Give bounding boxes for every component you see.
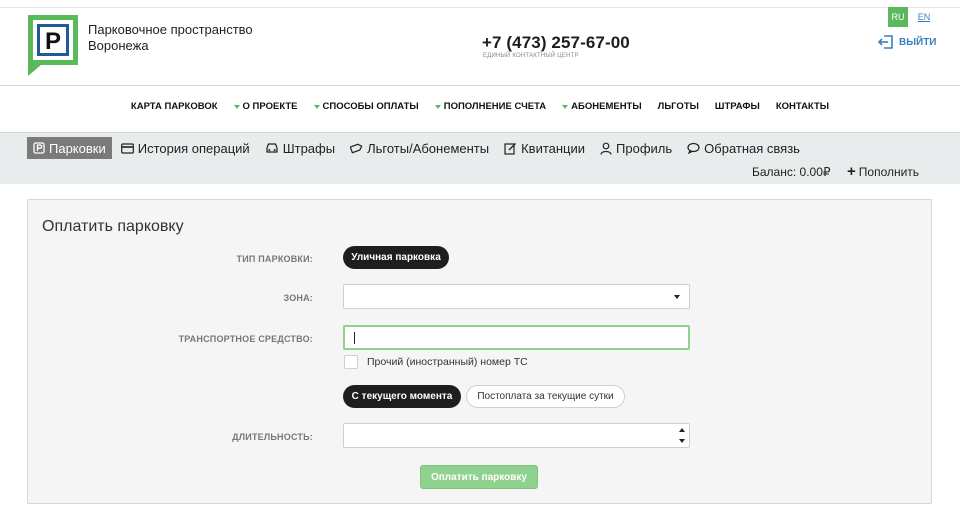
tab-label: Штрафы [282,140,336,156]
main-nav: КАРТА ПАРКОВОК О ПРОЕКТЕ СПОСОБЫ ОПЛАТЫ … [0,101,960,112]
text-cursor [354,332,355,344]
chat-icon [687,142,700,154]
nav-item-topup[interactable]: ПОПОЛНЕНИЕ СЧЕТА [434,101,547,112]
tab-label: Квитанции [521,140,586,156]
dropdown-triangle-icon [313,104,320,109]
dropdown-triangle-icon [562,104,569,109]
lang-ru-button[interactable]: RU [888,7,908,27]
parking-logo-icon[interactable]: P [27,14,79,76]
nav-item-map[interactable]: КАРТА ПАРКОВОК [131,101,218,112]
duration-input[interactable] [343,423,690,448]
spinner-up-icon[interactable] [679,428,685,432]
tab-label: Профиль [616,140,673,156]
language-switcher: RU EN [888,7,934,27]
parking-icon [33,142,45,154]
brand-name[interactable]: Парковочное пространство Воронежа [88,22,278,54]
nav-item-fines[interactable]: ШТРАФЫ [715,101,760,112]
vehicle-input[interactable] [343,325,690,350]
ticket-icon [350,142,363,154]
logout-label: ВЫЙТИ [899,36,937,48]
topup-button[interactable]: + Пополнить [847,163,920,180]
vehicle-label: ТРАНСПОРТНОЕ СРЕДСТВО: [178,334,313,344]
tab-fines[interactable]: Штрафы [259,137,341,159]
tab-label: Обратная связь [704,140,800,156]
foreign-plate-checkbox[interactable] [344,355,358,369]
mode-postpay-button[interactable]: Постоплата за текущие сутки [466,385,625,408]
nav-item-subscriptions[interactable]: АБОНЕМЕНТЫ [562,101,642,112]
topup-label: Пополнить [858,165,920,179]
panel-title: Оплатить парковку [42,218,184,235]
zone-select[interactable] [343,284,690,309]
parking-type-label: ТИП ПАРКОВКИ: [236,254,313,264]
dropdown-triangle-icon [434,104,441,109]
nav-item-label: О ПРОЕКТЕ [242,101,298,112]
car-icon [265,142,279,154]
top-divider [0,7,960,8]
tab-benefits[interactable]: Льготы/Абонементы [344,137,495,159]
tab-label: Парковки [49,140,106,156]
nav-item-contacts[interactable]: КОНТАКТЫ [776,101,829,112]
account-tabs: Парковки История операций Штрафы Льготы/… [27,137,809,159]
logout-button[interactable]: ВЫЙТИ [878,34,937,50]
foreign-plate-label[interactable]: Прочий (иностранный) номер ТС [367,356,528,368]
chevron-down-icon [674,295,680,299]
brand-line-2: Воронежа [88,38,149,53]
phone-caption: ЕДИНЫЙ КОНТАКТНЫЙ ЦЕНТР [483,53,579,59]
user-icon [600,142,612,155]
nav-item-payment-methods[interactable]: СПОСОБЫ ОПЛАТЫ [313,101,419,112]
tab-feedback[interactable]: Обратная связь [681,137,806,159]
parking-type-street-button[interactable]: Уличная парковка [343,246,449,269]
tab-parkings[interactable]: Парковки [27,137,112,159]
tab-label: История операций [137,140,250,156]
pay-parking-panel: Оплатить парковку ТИП ПАРКОВКИ: Уличная … [27,199,932,504]
plus-icon: + [847,163,856,180]
pay-parking-button[interactable]: Оплатить парковку [420,465,538,489]
account-bar: Парковки История операций Штрафы Льготы/… [0,132,960,184]
balance-text: Баланс: 0.00₽ [752,165,831,179]
svg-text:P: P [45,28,61,55]
nav-item-about[interactable]: О ПРОЕКТЕ [233,101,298,112]
nav-item-label: КАРТА ПАРКОВОК [130,101,218,112]
edit-icon [504,142,517,155]
card-icon [120,142,134,154]
tab-receipts[interactable]: Квитанции [498,137,591,159]
duration-label: ДЛИТЕЛЬНОСТЬ: [232,432,313,442]
site-header: P Парковочное пространство Воронежа +7 (… [0,0,960,86]
logout-icon [878,35,893,49]
lang-en-link[interactable]: EN [914,7,934,27]
tab-history[interactable]: История операций [115,137,256,159]
nav-item-label: ШТРАФЫ [714,101,760,112]
nav-item-label: ЛЬГОТЫ [657,101,699,112]
brand-line-1: Парковочное пространство [88,22,253,37]
nav-item-label: ПОПОЛНЕНИЕ СЧЕТА [443,101,547,112]
nav-item-label: СПОСОБЫ ОПЛАТЫ [322,101,419,112]
spinner-down-icon[interactable] [679,439,685,443]
dropdown-triangle-icon [233,104,240,109]
contact-phone[interactable]: +7 (473) 257-67-00 [482,33,630,53]
nav-item-benefits[interactable]: ЛЬГОТЫ [658,101,699,112]
nav-item-label: КОНТАКТЫ [775,101,830,112]
tab-profile[interactable]: Профиль [594,137,678,159]
tab-label: Льготы/Абонементы [367,140,490,156]
nav-item-label: АБОНЕМЕНТЫ [571,101,642,112]
zone-label: ЗОНА: [283,293,313,303]
mode-current-button[interactable]: С текущего момента [343,385,461,408]
